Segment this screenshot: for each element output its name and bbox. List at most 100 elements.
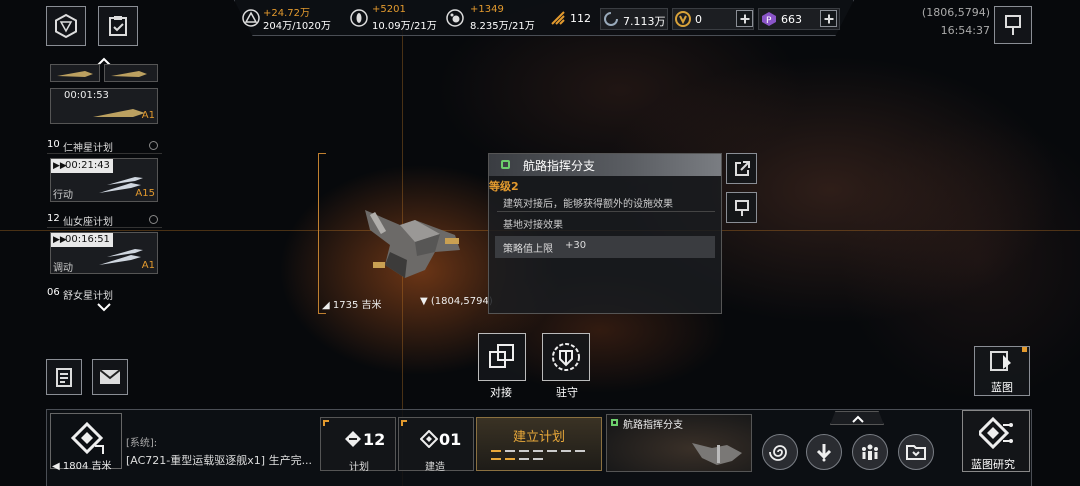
preview-title: 航路指挥分支: [623, 420, 683, 431]
target-bracket-left: [318, 153, 326, 314]
task-item-1-header[interactable]: 10 仁神星计划: [47, 138, 162, 154]
notify-dot: [1022, 347, 1027, 352]
module-icon: [611, 419, 618, 426]
blueprint-button[interactable]: 蓝图: [974, 346, 1030, 396]
target-distance: ◢ 1735 吉米: [322, 296, 382, 311]
alliance-button[interactable]: [852, 434, 888, 470]
info-description: 建筑对接后，能够获得额外的设施效果: [503, 199, 673, 210]
resource-2-value: 10.09万/21万: [372, 21, 437, 32]
gas-circle-icon: [446, 9, 464, 27]
dock-button[interactable]: [478, 333, 526, 381]
galaxy-button[interactable]: [762, 434, 798, 470]
info-title: 航路指挥分支: [523, 159, 596, 173]
task-number: 10: [47, 139, 60, 150]
document-icon: [56, 368, 72, 387]
station-preview-icon: [692, 443, 742, 465]
queue-slot: [533, 450, 543, 452]
effect-value: +30: [565, 240, 587, 251]
bookmark-button[interactable]: [994, 6, 1032, 44]
queue-slot: [519, 450, 529, 452]
resource-3[interactable]: +1349 8.235万/21万: [446, 4, 541, 32]
mark-button[interactable]: [726, 192, 757, 223]
resource-2-delta: +5201: [372, 4, 406, 15]
preview-card[interactable]: 航路指挥分支: [606, 414, 752, 472]
sidebar-collapse-down[interactable]: [96, 302, 112, 312]
gold-coin-icon: [675, 11, 691, 27]
notes-button[interactable]: [46, 359, 82, 395]
mission-checklist-button[interactable]: [98, 6, 138, 46]
dock-squares-icon: [489, 344, 514, 368]
station-ship-icon: [365, 210, 460, 278]
coordinate-value: (1806,5794): [921, 6, 990, 19]
download-button[interactable]: [806, 434, 842, 470]
fleet-slot-3[interactable]: 00:01:53 A1: [50, 88, 158, 124]
queue-slot: [547, 450, 557, 452]
task-item-2-header[interactable]: 12 仙女座计划: [47, 212, 162, 228]
queue-slot: [505, 450, 515, 452]
build-emblem-icon: [420, 430, 438, 448]
effect-row: 策略值上限 +30: [495, 236, 715, 258]
target-coordinate: ▼ (1804,5794): [420, 296, 493, 307]
resource-1-value: 204万/1020万: [263, 21, 331, 32]
plus-icon: [824, 14, 833, 23]
expand-up-button[interactable]: [830, 411, 884, 425]
blueprint-label: 蓝图: [991, 381, 1013, 394]
plan-button[interactable]: 12 计划: [320, 417, 396, 473]
task-status: 行动: [53, 190, 73, 201]
fleet-slot-2[interactable]: [104, 64, 158, 82]
add-purple-button[interactable]: [820, 10, 837, 27]
task-badge: A15: [135, 188, 155, 199]
envelope-icon: [99, 369, 121, 384]
open-external-button[interactable]: [726, 153, 757, 184]
resource-4[interactable]: 112: [550, 10, 592, 28]
add-gold-button[interactable]: [736, 10, 753, 27]
queue-slot: [533, 458, 543, 460]
people-icon: [862, 444, 878, 460]
fast-forward-icon: ▶▶: [53, 235, 67, 245]
blueprint-research-button[interactable]: 蓝图研究: [962, 410, 1030, 472]
target-ship[interactable]: [345, 190, 475, 285]
hex-menu-button[interactable]: [46, 6, 86, 46]
build-plan-button[interactable]: 建立计划: [476, 417, 602, 471]
queue-slot: [561, 450, 571, 452]
ship-group-icon: [99, 249, 143, 265]
chat-log[interactable]: [系统]: [AC721-重型运载驱逐舰x1] 生产完...: [126, 434, 316, 468]
external-link-icon: [734, 160, 750, 176]
inventory-button[interactable]: [898, 434, 934, 470]
build-button[interactable]: 01 建造: [398, 417, 474, 473]
queue-slots: [491, 450, 591, 464]
dock-label: 对接: [490, 386, 512, 399]
resource-5[interactable]: 7.113万: [600, 8, 668, 30]
folder-icon: [906, 445, 926, 460]
fleet-slot-1[interactable]: [50, 64, 100, 82]
task-status: 调动: [53, 263, 73, 274]
task-item-1-card[interactable]: 00:21:43 ▶▶ 行动 A15: [50, 158, 158, 202]
resource-1[interactable]: +24.72万 204万/1020万: [242, 4, 342, 32]
task-name: 仙女座计划: [63, 217, 113, 228]
ship-icon: [57, 71, 93, 77]
module-icon: [501, 160, 510, 169]
task-item-2-card[interactable]: 00:16:51 ▶▶ 调动 A1: [50, 232, 158, 274]
svg-text:P: P: [766, 16, 772, 26]
rank-chevron-icon: [551, 11, 565, 25]
pin-icon: ▼: [420, 296, 428, 307]
task-name: 舒女星计划: [63, 291, 113, 302]
task-name: 仁神星计划: [63, 143, 113, 154]
task-circle-icon: [149, 215, 158, 224]
plan-label: 计划: [349, 462, 369, 473]
garrison-button[interactable]: [542, 333, 590, 381]
resource-3-value: 8.235万/21万: [470, 21, 535, 32]
coordinate-readout[interactable]: (1806,5794) 16:54:37: [900, 6, 990, 46]
fast-forward-icon: ▶▶: [53, 161, 67, 171]
plan-emblem-icon: [345, 431, 361, 447]
download-arrow-icon: [816, 444, 832, 462]
queue-slot: [519, 458, 529, 460]
task-item-3-header[interactable]: 06 舒女星计划: [47, 286, 162, 302]
mail-button[interactable]: [92, 359, 128, 395]
refresh-currency-icon: [604, 12, 618, 26]
ship-icon: [93, 109, 145, 117]
distance-arrow-icon: ◀: [52, 461, 60, 472]
resource-2[interactable]: +5201 10.09万/21万: [350, 4, 445, 32]
build-label: 建造: [425, 462, 445, 473]
effect-label: 策略值上限: [503, 244, 553, 255]
